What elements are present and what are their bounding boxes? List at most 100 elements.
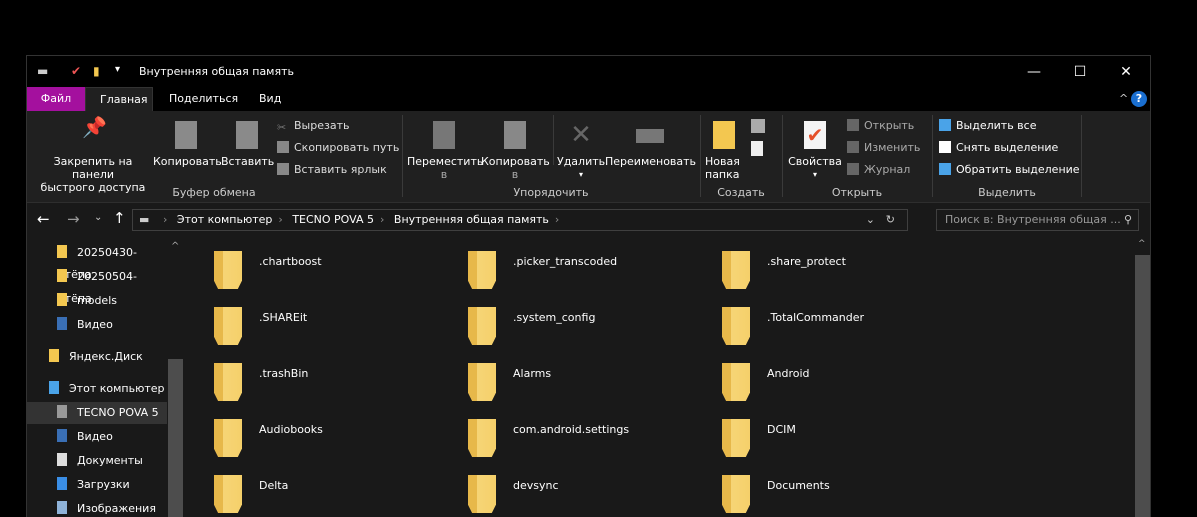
- sidebar-item[interactable]: Видео: [27, 314, 167, 336]
- folder-item[interactable]: Audiobooks: [187, 409, 441, 465]
- scroll-up-icon[interactable]: ^: [1138, 239, 1146, 249]
- drive-icon: ▬: [139, 213, 150, 226]
- paste-shortcut-label: Вставить ярлык: [294, 163, 387, 176]
- folder-item[interactable]: com.android.settings: [441, 409, 695, 465]
- sidebar-item[interactable]: 20250430-Стёпа: [27, 242, 167, 281]
- breadcrumb-device[interactable]: TECNO POVA 5: [292, 213, 374, 226]
- explorer-window: ▬ ✔ ▮ ▾ Внутренняя общая память — ☐ ✕ Фа…: [26, 55, 1151, 517]
- rename-button[interactable]: Переименовать: [605, 121, 696, 168]
- maximize-button[interactable]: ☐: [1057, 60, 1103, 84]
- sidebar-scroll-up-icon[interactable]: ^: [171, 241, 179, 252]
- sidebar-scrollbar[interactable]: [168, 359, 183, 517]
- folder-item[interactable]: Documents: [695, 465, 949, 517]
- properties-icon[interactable]: ✔: [71, 64, 81, 78]
- breadcrumb-this-pc[interactable]: Этот компьютер: [177, 213, 273, 226]
- new-folder-button[interactable]: Новая папка: [705, 121, 747, 181]
- invert-selection-button[interactable]: Обратить выделение: [939, 163, 1080, 176]
- copy-to-button[interactable]: Копировать в: [481, 121, 550, 181]
- sidebar-item[interactable]: Яндекс.Диск: [27, 346, 167, 368]
- copy-button[interactable]: Копировать: [153, 121, 222, 168]
- content-scrollbar[interactable]: ^: [1134, 237, 1150, 517]
- sidebar-item-label: TECNO POVA 5: [77, 406, 159, 419]
- tab-home[interactable]: Главная: [85, 87, 153, 111]
- open-button[interactable]: Открыть: [847, 119, 914, 132]
- address-bar[interactable]: ▬ › Этот компьютер › TECNO POVA 5 › Внутре…: [132, 209, 908, 231]
- folder-icon: [713, 121, 735, 149]
- tab-share[interactable]: Поделиться: [155, 87, 252, 111]
- folder-item[interactable]: .share_protect: [695, 241, 949, 297]
- sidebar-item[interactable]: Видео: [27, 426, 167, 448]
- copy-path-button[interactable]: Скопировать путь: [277, 141, 399, 154]
- folder-item[interactable]: .TotalCommander: [695, 297, 949, 353]
- folder-icon: [214, 307, 242, 345]
- paste-button[interactable]: Вставить: [221, 121, 274, 168]
- folder-icon: [214, 419, 242, 457]
- file-list: .chartboost .picker_transcoded .share_prot…: [187, 237, 1134, 517]
- sidebar-item[interactable]: 20250504-Стёпа: [27, 266, 167, 305]
- open-icon: [847, 119, 859, 131]
- search-input[interactable]: Поиск в: Внутренняя общая ... ⚲: [936, 209, 1139, 231]
- folder-item[interactable]: devsync: [441, 465, 695, 517]
- sidebar-item[interactable]: Этот компьютер: [27, 378, 167, 400]
- folder-item[interactable]: Alarms: [441, 353, 695, 409]
- breadcrumb-internal-storage[interactable]: Внутренняя общая память: [394, 213, 549, 226]
- forward-icon[interactable]: →: [67, 210, 80, 228]
- group-select: Выделить: [978, 186, 1036, 199]
- help-icon[interactable]: ?: [1131, 91, 1147, 107]
- group-clipboard: Буфер обмена: [172, 186, 256, 199]
- up-icon[interactable]: ↑: [113, 209, 126, 227]
- separator: [553, 115, 554, 165]
- folder-item[interactable]: .picker_transcoded: [441, 241, 695, 297]
- properties-label: Свойства: [788, 155, 842, 168]
- folder-item[interactable]: .SHAREit: [187, 297, 441, 353]
- new-folder-label: Новая: [705, 155, 740, 168]
- minimize-button[interactable]: —: [1011, 60, 1057, 84]
- new-folder-icon[interactable]: ▮: [93, 64, 100, 78]
- invert-selection-label: Обратить выделение: [956, 163, 1080, 176]
- scrollbar-thumb[interactable]: [1135, 255, 1150, 517]
- drive-icon: ▬: [37, 64, 49, 78]
- folder-item[interactable]: Delta: [187, 465, 441, 517]
- clipboard-icon: [236, 121, 258, 149]
- select-all-icon: [939, 119, 951, 131]
- folder-icon: [468, 475, 496, 513]
- folder-name: Documents: [767, 479, 830, 492]
- customize-qat-icon[interactable]: ▾: [115, 64, 120, 75]
- tab-file[interactable]: Файл: [27, 87, 85, 111]
- paste-shortcut-button[interactable]: Вставить ярлык: [277, 163, 387, 176]
- video-icon: [57, 317, 67, 330]
- new-item-icon[interactable]: [751, 119, 765, 133]
- history-icon: [847, 163, 859, 175]
- properties-button[interactable]: ✔ Свойства ▾: [787, 121, 843, 181]
- close-button[interactable]: ✕: [1103, 60, 1149, 84]
- folder-item[interactable]: .trashBin: [187, 353, 441, 409]
- back-icon[interactable]: ←: [37, 210, 50, 228]
- folder-item[interactable]: Android: [695, 353, 949, 409]
- sidebar-item[interactable]: models: [27, 290, 167, 312]
- folder-item[interactable]: DCIM: [695, 409, 949, 465]
- properties-check-icon: ✔: [804, 121, 826, 149]
- chevron-icon: ›: [163, 213, 168, 226]
- sidebar-item[interactable]: Загрузки: [27, 474, 167, 496]
- pin-quick-access-button[interactable]: 📌 Закрепить на панели быстрого доступа: [33, 117, 153, 194]
- copy-label: Копировать: [153, 155, 222, 168]
- sidebar-item[interactable]: TECNO POVA 5: [27, 402, 167, 424]
- cut-button[interactable]: ✂ Вырезать: [277, 119, 349, 134]
- easy-access-icon[interactable]: [751, 141, 763, 156]
- folder-item[interactable]: .chartboost: [187, 241, 441, 297]
- address-dropdown-icon[interactable]: ⌄: [866, 210, 875, 230]
- recent-locations-icon[interactable]: ⌄: [94, 212, 102, 223]
- refresh-icon[interactable]: ↻: [886, 210, 895, 230]
- move-to-button[interactable]: Переместить в: [407, 121, 483, 181]
- separator: [402, 115, 403, 197]
- select-all-button[interactable]: Выделить все: [939, 119, 1036, 132]
- delete-button[interactable]: ✕ Удалить ▾: [557, 121, 605, 181]
- sidebar-item[interactable]: Документы: [27, 450, 167, 472]
- sidebar-item[interactable]: Изображения: [27, 498, 167, 517]
- copy-path-icon: [277, 141, 289, 153]
- edit-button[interactable]: Изменить: [847, 141, 920, 154]
- select-none-button[interactable]: Снять выделение: [939, 141, 1058, 154]
- tab-view[interactable]: Вид: [245, 87, 295, 111]
- history-button[interactable]: Журнал: [847, 163, 910, 176]
- folder-item[interactable]: .system_config: [441, 297, 695, 353]
